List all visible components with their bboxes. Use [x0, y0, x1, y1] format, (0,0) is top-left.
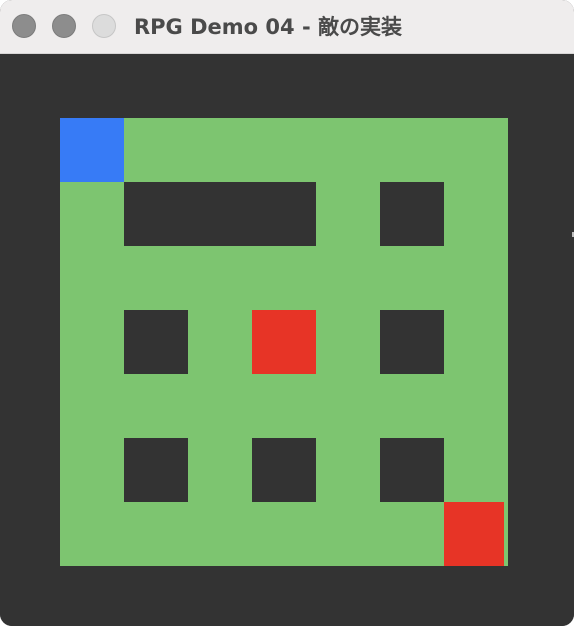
enemy-tile	[252, 310, 316, 374]
wall-tile	[124, 310, 188, 374]
title-bar[interactable]: RPG Demo 04 - 敵の実装	[0, 0, 574, 54]
maximize-button[interactable]	[92, 14, 116, 38]
wall-tile	[124, 438, 188, 502]
wall-tile	[124, 182, 316, 246]
window-title: RPG Demo 04 - 敵の実装	[134, 15, 402, 39]
wall-tile	[380, 438, 444, 502]
wall-tile	[380, 182, 444, 246]
enemy-tile	[444, 502, 504, 566]
wall-tile	[380, 310, 444, 374]
game-canvas[interactable]	[0, 54, 574, 626]
player-tile	[60, 118, 124, 182]
minimize-button[interactable]	[52, 14, 76, 38]
wall-tile	[252, 438, 316, 502]
close-button[interactable]	[12, 14, 36, 38]
app-window: RPG Demo 04 - 敵の実装	[0, 0, 574, 626]
game-board	[60, 118, 508, 566]
